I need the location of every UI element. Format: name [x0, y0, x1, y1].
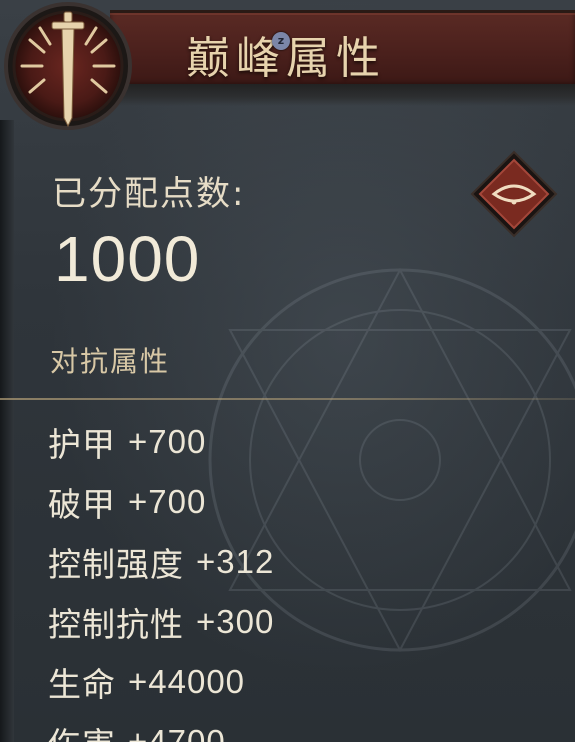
stat-name: 破甲 [48, 485, 116, 524]
stat-value: +4700 [128, 723, 226, 742]
paragon-panel: 巅峰属性 z 已分配点数: 1000 对抗属性 护甲 +700 破甲 +700 … [0, 0, 575, 742]
stat-value: +300 [196, 603, 275, 640]
stat-name: 伤害 [48, 718, 116, 742]
page-title: 巅峰属性 [186, 33, 386, 84]
frame-ornament [100, 84, 575, 106]
allocated-points-label: 已分配点数: [52, 174, 246, 214]
stat-value: +700 [128, 423, 207, 460]
section-divider [0, 398, 575, 400]
sword-emblem-icon [4, 2, 132, 130]
section-title: 对抗属性 [50, 345, 171, 378]
stat-name: 控制抗性 [48, 605, 184, 644]
notification-badge: z [272, 32, 290, 50]
frame-left-rail [0, 120, 14, 742]
stat-value: +312 [196, 543, 275, 580]
stat-row-armor-penetration: 破甲 +700 [48, 472, 274, 532]
stat-row-damage: 伤害 +4700 [48, 712, 274, 742]
stat-row-life: 生命 +44000 [48, 652, 274, 712]
stat-name: 控制强度 [48, 545, 184, 584]
stat-name: 生命 [48, 665, 116, 704]
allocated-points-value: 1000 [54, 223, 201, 295]
stat-row-control-resistance: 控制抗性 +300 [48, 592, 274, 652]
stat-row-control-strength: 控制强度 +312 [48, 532, 274, 592]
stat-value: +44000 [128, 663, 246, 700]
stat-value: +700 [128, 483, 207, 520]
stat-name: 护甲 [48, 425, 116, 464]
stat-row-armor: 护甲 +700 [48, 412, 274, 472]
eye-icon[interactable] [470, 150, 558, 238]
stat-list: 护甲 +700 破甲 +700 控制强度 +312 控制抗性 +300 生命 +… [48, 412, 274, 742]
